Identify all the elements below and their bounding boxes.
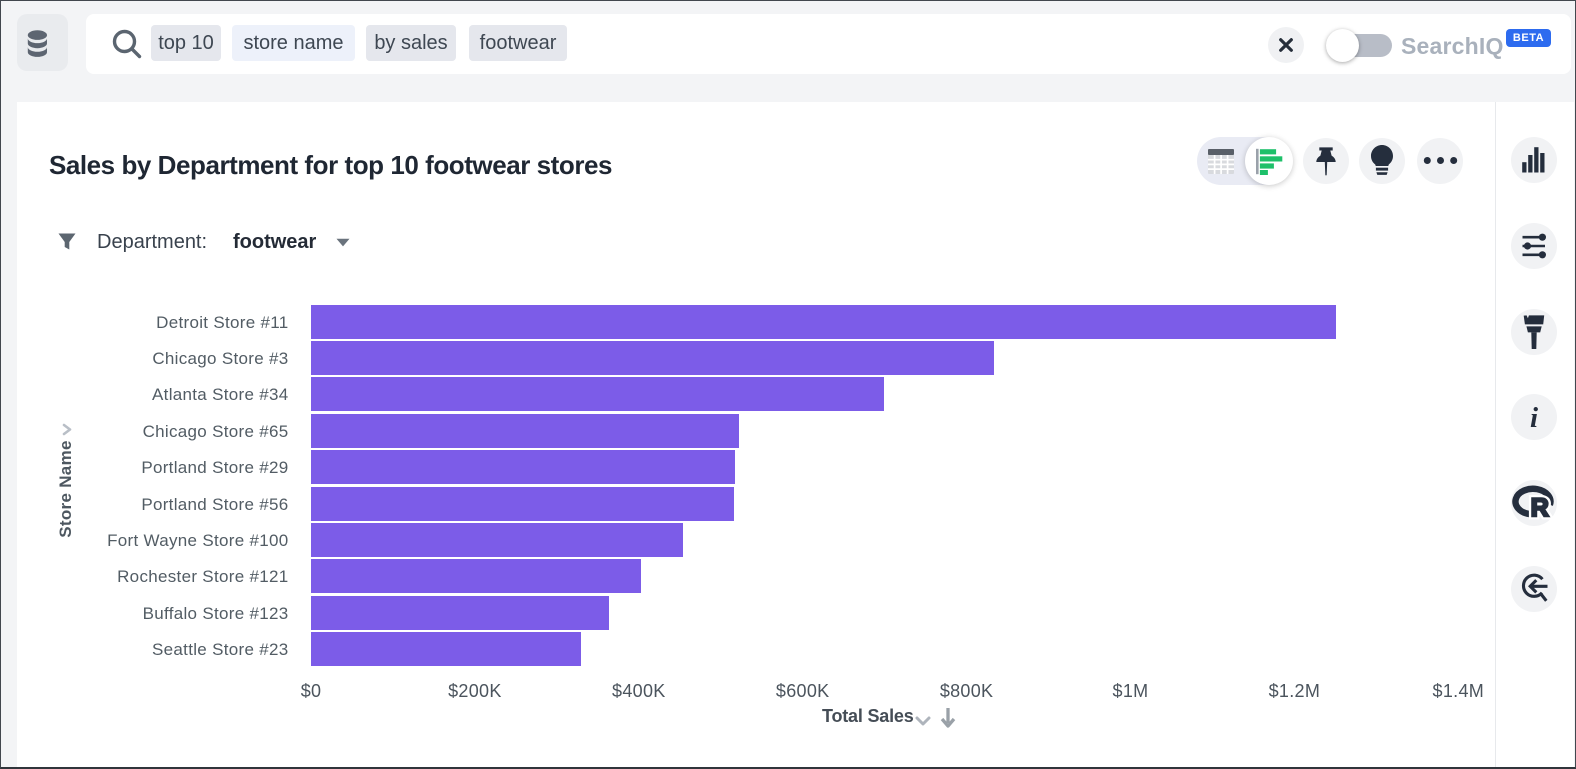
svg-text:R: R	[1531, 494, 1549, 522]
